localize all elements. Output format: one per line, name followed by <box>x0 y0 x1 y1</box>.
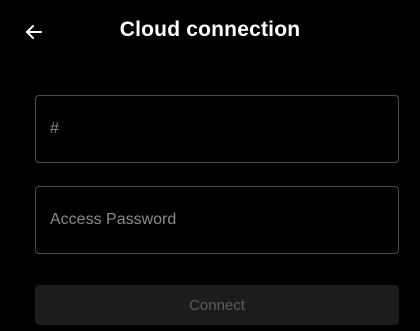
access-password-input[interactable] <box>36 187 398 253</box>
cloud-id-field[interactable] <box>35 95 399 163</box>
cloud-id-input[interactable] <box>36 96 398 162</box>
page-title: Cloud connection <box>119 18 301 41</box>
connect-button[interactable]: Connect <box>35 285 399 325</box>
header: Cloud connection <box>0 0 420 64</box>
access-password-field[interactable] <box>35 186 399 254</box>
cloud-connection-screen: Cloud connection Connect <box>0 0 420 331</box>
